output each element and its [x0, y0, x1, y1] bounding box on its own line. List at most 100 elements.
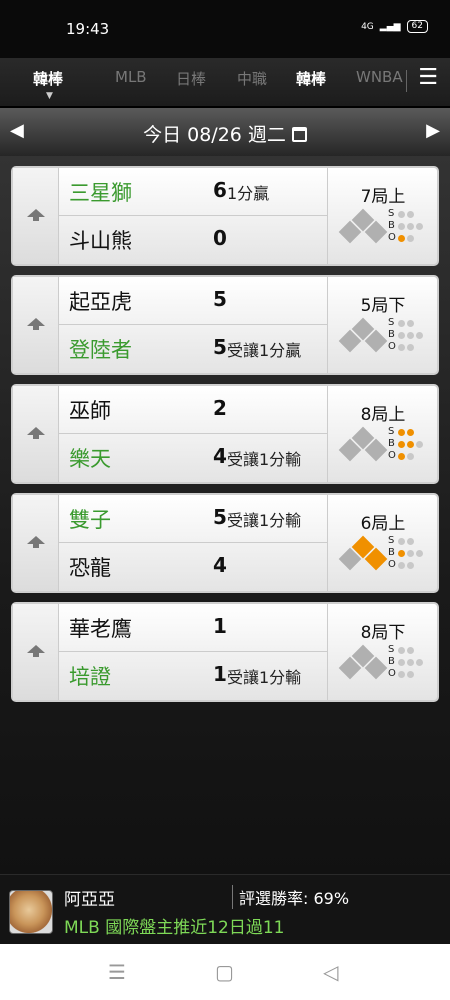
team-score: 4: [213, 553, 227, 577]
count-dot: [416, 331, 423, 339]
home-button[interactable]: ▢: [215, 960, 234, 984]
count-dot: [407, 440, 414, 448]
count-dot: [407, 222, 414, 230]
strike-label: S: [388, 317, 395, 328]
strike-label: S: [388, 535, 395, 546]
team-row-bottom: 樂天 4 受讓1分輸: [59, 434, 327, 482]
tab-wnba[interactable]: WNBA: [356, 68, 403, 86]
battery-icon: 62: [406, 20, 428, 33]
up-arrow-icon: [27, 209, 45, 221]
count-dot: [416, 222, 423, 230]
tab-cpbl[interactable]: 中職: [237, 68, 267, 89]
team-score: 4: [213, 444, 227, 468]
tab-kbo-active[interactable]: 韓棒: [33, 68, 63, 89]
promo-text: MLB 國際盤主推近12日過11: [64, 918, 285, 938]
promo-user-name: 阿亞亞: [64, 890, 115, 910]
count-dot: [416, 549, 423, 557]
count-dot: [407, 210, 414, 218]
promo-bar[interactable]: 阿亞亞 評選勝率: 69% MLB 國際盤主推近12日過11: [0, 874, 450, 944]
team-name: 起亞虎: [69, 290, 132, 314]
count-dot: [398, 343, 405, 351]
tab-kbo[interactable]: 韓棒: [296, 68, 326, 89]
bases-diamond: [338, 535, 390, 577]
game-card[interactable]: 華老鷹 1 培證 1 受讓1分輸 8局下 S B O: [11, 602, 439, 702]
signal-icon: ▂▄▆: [379, 21, 401, 32]
card-expand-area[interactable]: [13, 168, 59, 264]
count-dot: [398, 331, 405, 339]
card-expand-area[interactable]: [13, 277, 59, 373]
back-button[interactable]: ◁: [323, 960, 338, 984]
team-row-top: 雙子 5 受讓1分輸: [59, 495, 327, 543]
card-expand-area[interactable]: [13, 386, 59, 482]
team-name: 恐龍: [69, 556, 111, 580]
ball-label: B: [388, 329, 395, 340]
out-label: O: [388, 559, 396, 570]
team-row-top: 巫師 2: [59, 386, 327, 434]
count-dot: [398, 670, 405, 678]
inning-label: 6局上: [360, 514, 406, 534]
recent-apps-button[interactable]: ☰: [108, 960, 126, 984]
count-dot: [407, 646, 414, 654]
game-card[interactable]: 起亞虎 5 登陸者 5 受讓1分贏 5局下 S B O: [11, 275, 439, 375]
sbo-count: SBO: [388, 644, 425, 680]
game-status: 6局上 S B O: [327, 495, 437, 591]
team-score: 1: [213, 614, 227, 638]
team-row-bottom: 培證 1 受讓1分輸: [59, 652, 327, 700]
strike-label: S: [388, 644, 395, 655]
game-list: 三星獅 6 1分贏 斗山熊 0 7局上 S B O 起亞虎 5 登陸者 5 受讓1分贏 5局下 S B O 巫師 2 樂…: [0, 156, 450, 874]
count-dot: [407, 561, 414, 569]
game-status: 5局下 S B O: [327, 277, 437, 373]
team-name: 登陸者: [69, 338, 132, 362]
sbo-count: SBO: [388, 208, 425, 244]
menu-icon[interactable]: ☰: [418, 67, 438, 89]
team-score: 5: [213, 335, 227, 359]
inning-label: 5局下: [360, 296, 406, 316]
handicap-result: 受讓1分輸: [227, 511, 302, 530]
count-dot: [398, 646, 405, 654]
status-bar: 19:43 4G ▂▄▆ 62: [0, 0, 450, 58]
promo-win-rate: 評選勝率: 69%: [232, 885, 349, 909]
ball-label: B: [388, 547, 395, 558]
sbo-count: SBO: [388, 535, 425, 571]
game-card[interactable]: 三星獅 6 1分贏 斗山熊 0 7局上 S B O: [11, 166, 439, 266]
status-icons: 4G ▂▄▆ 62: [361, 20, 428, 33]
ball-label: B: [388, 220, 395, 231]
count-dot: [407, 658, 414, 666]
tab-npb[interactable]: 日棒: [176, 68, 206, 89]
up-arrow-icon: [27, 536, 45, 548]
card-expand-area[interactable]: [13, 495, 59, 591]
team-score: 6: [213, 178, 227, 202]
count-dot: [398, 452, 405, 460]
team-row-bottom: 斗山熊 0: [59, 216, 327, 264]
next-date-button[interactable]: ▶: [426, 120, 440, 141]
tab-mlb[interactable]: MLB: [115, 68, 147, 86]
team-name: 巫師: [69, 399, 111, 423]
strike-label: S: [388, 208, 395, 219]
team-name: 斗山熊: [69, 229, 132, 253]
inning-label: 8局上: [360, 405, 406, 425]
date-selector[interactable]: 今日 08/26 週二: [0, 120, 450, 147]
game-status: 8局上 S B O: [327, 386, 437, 482]
tab-divider: [406, 70, 407, 92]
count-dot: [407, 331, 414, 339]
bases-diamond: [338, 426, 390, 468]
avatar: [9, 890, 53, 934]
team-name: 雙子: [69, 508, 111, 532]
game-status: 7局上 S B O: [327, 168, 437, 264]
team-row-bottom: 恐龍 4: [59, 543, 327, 591]
bases-diamond: [338, 208, 390, 250]
out-label: O: [388, 668, 396, 679]
game-card[interactable]: 雙子 5 受讓1分輸恐龍 4 6局上 S B O: [11, 493, 439, 593]
handicap-result: 受讓1分贏: [227, 341, 302, 360]
count-dot: [398, 549, 405, 557]
team-score: 5: [213, 287, 227, 311]
count-dot: [398, 440, 405, 448]
team-name: 培證: [69, 665, 111, 689]
status-time: 19:43: [66, 20, 110, 38]
count-dot: [398, 210, 405, 218]
game-card[interactable]: 巫師 2 樂天 4 受讓1分輸 8局上 S B O: [11, 384, 439, 484]
team-score: 2: [213, 396, 227, 420]
handicap-result: 受讓1分輸: [227, 668, 302, 687]
card-expand-area[interactable]: [13, 604, 59, 700]
team-score: 1: [213, 662, 227, 686]
